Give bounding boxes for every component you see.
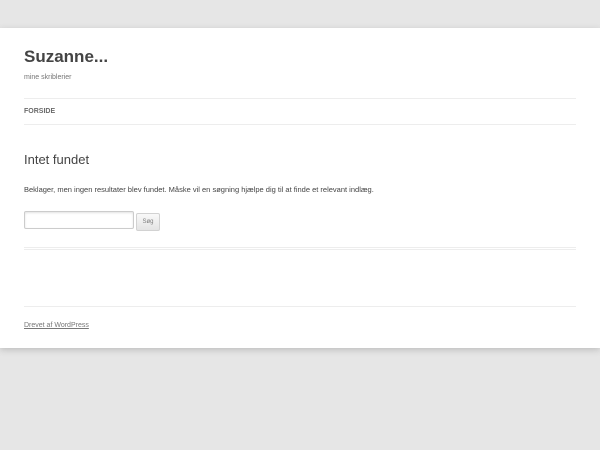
content-wrapper: Suzanne... mine skriblerier FORSIDE Inte… — [24, 28, 576, 348]
nav-item-forside[interactable]: FORSIDE — [24, 107, 55, 117]
no-results-message: Beklager, men ingen resultater blev fund… — [24, 185, 374, 194]
page-container: Suzanne... mine skriblerier FORSIDE Inte… — [0, 28, 600, 348]
site-description: mine skriblerier — [24, 74, 72, 81]
nav-divider — [24, 124, 576, 125]
content-divider-secondary — [24, 249, 576, 250]
footer-credit-link[interactable]: Drevet af WordPress — [24, 321, 89, 331]
header-divider — [24, 98, 576, 99]
page-title: Intet fundet — [24, 152, 90, 167]
search-button[interactable]: Søg — [136, 213, 160, 231]
content-divider — [24, 247, 576, 248]
site-title[interactable]: Suzanne... — [24, 47, 108, 67]
search-input[interactable] — [24, 211, 134, 229]
footer-divider — [24, 306, 576, 307]
